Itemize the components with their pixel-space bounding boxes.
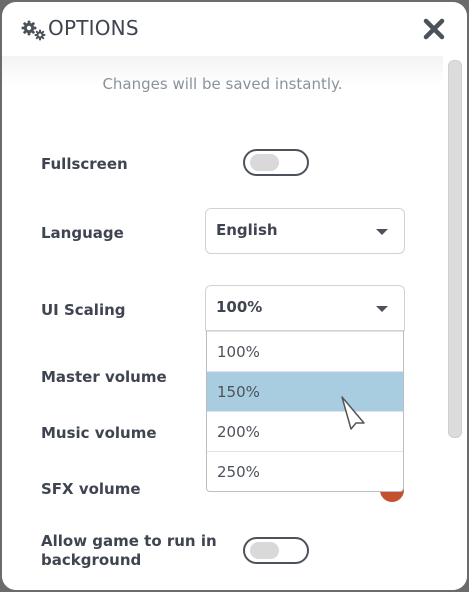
ui-scaling-option[interactable]: 250% bbox=[207, 451, 403, 491]
cursor-icon bbox=[341, 396, 365, 430]
close-icon[interactable] bbox=[423, 18, 445, 40]
save-notice: Changes will be saved instantly. bbox=[102, 75, 343, 93]
fullscreen-toggle[interactable] bbox=[243, 149, 309, 176]
scrollbar[interactable] bbox=[443, 56, 467, 590]
caret-down-icon bbox=[376, 306, 388, 312]
master-volume-label: Master volume bbox=[41, 368, 167, 386]
title-bar: OPTIONS bbox=[2, 2, 467, 56]
ui-scaling-option[interactable]: 200% bbox=[207, 411, 403, 451]
options-content: Changes will be saved instantly. Fullscr… bbox=[2, 56, 443, 590]
toggle-knob bbox=[250, 154, 279, 171]
language-value: English bbox=[216, 221, 278, 239]
background-run-label: Allow game to run in background bbox=[41, 532, 217, 569]
music-volume-label: Music volume bbox=[41, 424, 157, 442]
language-label: Language bbox=[41, 224, 124, 242]
ui-scaling-label: UI Scaling bbox=[41, 301, 126, 319]
toggle-knob bbox=[250, 542, 279, 559]
ui-scaling-dropdown: 100% 150% 200% 250% bbox=[206, 331, 404, 492]
background-run-toggle[interactable] bbox=[243, 537, 309, 564]
scrollbar-thumb[interactable] bbox=[448, 60, 462, 438]
ui-scaling-option-highlighted[interactable]: 150% bbox=[207, 371, 403, 411]
language-select[interactable]: English bbox=[205, 208, 405, 254]
sfx-volume-label: SFX volume bbox=[41, 480, 141, 498]
ui-scaling-value: 100% bbox=[216, 298, 263, 316]
window-title: OPTIONS bbox=[48, 16, 139, 40]
options-window: OPTIONS Changes will be saved instantly.… bbox=[2, 2, 467, 590]
gears-icon bbox=[21, 20, 46, 41]
ui-scaling-select[interactable]: 100% bbox=[205, 285, 405, 331]
fullscreen-label: Fullscreen bbox=[41, 155, 128, 173]
ui-scaling-option[interactable]: 100% bbox=[207, 331, 403, 371]
caret-down-icon bbox=[376, 229, 388, 235]
